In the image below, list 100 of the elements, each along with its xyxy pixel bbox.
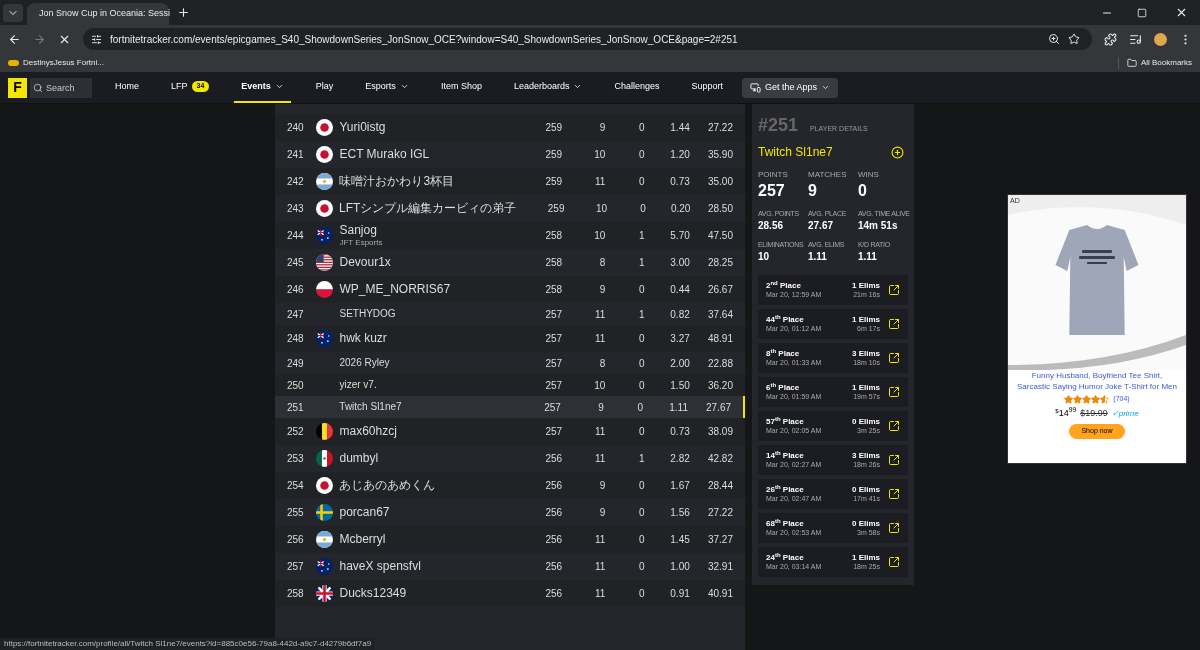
- player-name[interactable]: max60hzcj: [339, 424, 397, 439]
- match-place: 14$^{th}$ Place: [766, 450, 805, 461]
- flag-icon: [316, 531, 334, 548]
- all-bookmarks-button[interactable]: All Bookmarks: [1117, 56, 1192, 69]
- matches-cell-text: 9: [598, 479, 606, 493]
- nav-tab[interactable]: Challenges: [607, 72, 667, 103]
- wins-cell-text: 0: [638, 587, 645, 601]
- external-link-icon[interactable]: [888, 556, 900, 568]
- old-price: $19.99: [1080, 406, 1108, 420]
- external-link-icon[interactable]: [888, 352, 900, 364]
- external-link-icon[interactable]: [888, 488, 900, 500]
- table-row[interactable]: 254 あじあのあめくん 256 9 0 1.67 28.44: [275, 472, 745, 499]
- close-icon[interactable]: [1175, 6, 1188, 19]
- add-icon[interactable]: [891, 145, 904, 159]
- nav-tab[interactable]: Play: [308, 72, 341, 103]
- player-name[interactable]: Twitch Sl1ne7: [339, 400, 402, 414]
- player-name[interactable]: 2026 Ryley: [339, 356, 390, 370]
- flag-icon: [316, 585, 334, 602]
- stat-value: 10: [758, 250, 771, 263]
- table-row[interactable]: 244 Sanjog JFT Esports 258 10 1 5.70 47.50: [275, 222, 745, 249]
- search-field[interactable]: Search: [30, 77, 92, 98]
- get-apps-button[interactable]: Get the Apps: [742, 77, 839, 98]
- table-row[interactable]: 248 hwk kuzr 257 11 0 3.27 48.91: [275, 325, 745, 352]
- external-link-icon[interactable]: [888, 386, 900, 398]
- back-icon[interactable]: [8, 32, 21, 46]
- kd-cell-text: 1.50: [669, 378, 690, 393]
- wins-cell-text: 0: [638, 356, 645, 371]
- external-link-icon[interactable]: [888, 284, 900, 296]
- player-name[interactable]: dumbyl: [339, 451, 379, 466]
- average-cell-text: 35.90: [706, 148, 733, 162]
- player-name[interactable]: hwk kuzr: [339, 331, 387, 346]
- table-row[interactable]: 251 Twitch Sl1ne7 257 9 0 1.11 27.67: [275, 396, 745, 418]
- player-name[interactable]: LFTシンプル編集カービィの弟子: [339, 201, 517, 216]
- external-link-icon[interactable]: [888, 420, 900, 432]
- points-cell-text: 259: [546, 202, 565, 216]
- flag-icon: [316, 477, 334, 494]
- stat-label: MATCHES: [808, 169, 848, 181]
- external-link-icon[interactable]: [888, 454, 900, 466]
- table-row[interactable]: 240 Yuri0istg 259 9 0 1.44 27.22: [275, 114, 745, 141]
- tab-search-button[interactable]: [3, 3, 23, 22]
- player-name[interactable]: Mcberryl: [339, 532, 386, 547]
- table-row[interactable]: 256 Mcberryl 256 11 0 1.45 37.27: [275, 526, 745, 553]
- player-name[interactable]: 味噌汁おかわり3杯目: [339, 174, 455, 189]
- nav-tab[interactable]: Home: [108, 72, 146, 103]
- kd-cell-text: 2.00: [669, 356, 690, 371]
- player-name[interactable]: Sanjog: [339, 223, 383, 238]
- address-bar[interactable]: fortnitetracker.com/events/epicgames_S40_ShowdownSeries_JonSnow_OCE?window=S40_ShowdownSeries_JonSnow_OCE&page=2#251: [83, 28, 1092, 50]
- profile-avatar[interactable]: [1154, 32, 1167, 46]
- forward-icon[interactable]: [33, 32, 46, 46]
- nav-tab[interactable]: Esports: [358, 72, 416, 103]
- matches-cell-text: 9: [597, 400, 604, 415]
- kd-cell-text: 3.27: [669, 332, 690, 346]
- table-row[interactable]: 246 WP_ME_NORRIS67 258 9 0 0.44 26.67: [275, 276, 745, 303]
- stat-label: WINS: [858, 169, 880, 181]
- player-name: Twitch Sl1ne7: [758, 144, 833, 161]
- nav-tab[interactable]: Item Shop: [433, 72, 489, 103]
- matches-cell-text: 10: [593, 378, 606, 393]
- player-name[interactable]: SETHYDOG: [339, 307, 396, 321]
- rank-cell-text: 254: [287, 479, 305, 493]
- player-name[interactable]: Devour1x: [339, 255, 391, 270]
- player-name[interactable]: Yuri0istg: [339, 120, 386, 135]
- nav-tab[interactable]: Support: [684, 72, 730, 103]
- points-cell-text: 257: [544, 356, 563, 371]
- flag-icon: [316, 227, 334, 244]
- player-name[interactable]: ECT Murako IGL: [339, 147, 430, 162]
- new-tab-icon[interactable]: [177, 6, 190, 19]
- player-name[interactable]: yizer v7.: [339, 378, 377, 392]
- bookmark-star-icon[interactable]: [1068, 33, 1080, 45]
- zoom-icon[interactable]: [1048, 33, 1060, 45]
- table-row[interactable]: 258 Ducks12349 256 11 0 0.91 40.91: [275, 580, 745, 607]
- table-row[interactable]: 252 max60hzcj 257 11 0 0.73 38.09: [275, 418, 745, 445]
- wins-cell-text: 0: [638, 506, 645, 520]
- average-cell-text: 28.50: [706, 202, 733, 216]
- extensions-icon[interactable]: [1104, 32, 1117, 46]
- nav-tab[interactable]: Leaderboards: [506, 72, 590, 103]
- player-name[interactable]: あじあのあめくん: [339, 478, 436, 493]
- bookmark-link[interactable]: DestinysJesus Fortni...: [8, 56, 104, 69]
- kd-cell-text: 5.70: [669, 229, 690, 243]
- player-name[interactable]: WP_ME_NORRIS67: [339, 282, 451, 297]
- average-cell-text: 28.44: [706, 479, 733, 493]
- stat-value: 9: [808, 181, 818, 201]
- price: 14$^{99}$: [1058, 406, 1077, 420]
- table-row[interactable]: 250 yizer v7. 257 10 0 1.50 36.20: [275, 374, 745, 396]
- table-row[interactable]: 242 味噌汁おかわり3杯目 259 11 0 0.73 35.00: [275, 168, 745, 195]
- media-icon[interactable]: [1129, 32, 1142, 46]
- ad-title[interactable]: Funny Husband, Boyfriend Tee Shirt, Sarcastic Saying Humor Joke T-Shirt for Men: [1008, 370, 1186, 392]
- matches-cell-text: 9: [598, 283, 606, 297]
- browser-tab[interactable]: Jon Snow Cup in Oceania: Sessi: [27, 3, 169, 25]
- player-name[interactable]: haveX spensfvl: [339, 559, 421, 574]
- restore-icon[interactable]: [1137, 7, 1147, 18]
- wins-cell-text: 0: [638, 533, 645, 547]
- external-link-icon[interactable]: [888, 522, 900, 534]
- match-elims: 0 Elims: [852, 518, 880, 529]
- player-name[interactable]: porcan67: [339, 505, 390, 520]
- external-link-icon[interactable]: [888, 318, 900, 330]
- points-cell-text: 258: [544, 283, 563, 297]
- player-name[interactable]: Ducks12349: [339, 586, 407, 601]
- points-cell-text: 259: [544, 148, 563, 162]
- logo[interactable]: F: [8, 77, 27, 98]
- flag-icon: [316, 558, 334, 575]
